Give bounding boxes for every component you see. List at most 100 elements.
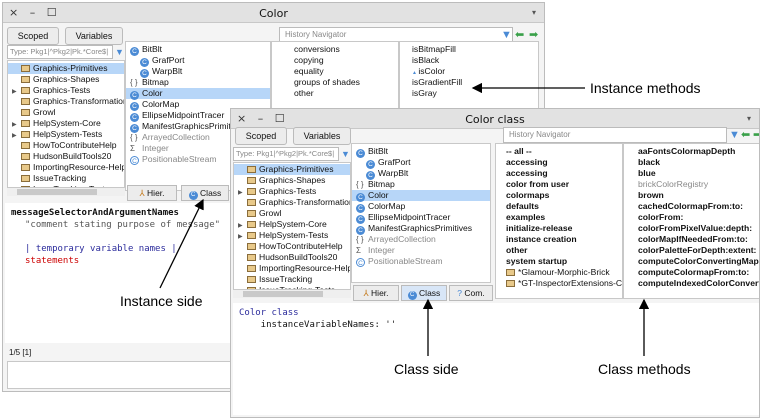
class-item[interactable]: C Color — [126, 88, 270, 100]
package-item[interactable]: IssueTracking — [234, 274, 350, 285]
class-item[interactable]: Σ Integer — [352, 245, 490, 256]
package-list[interactable]: Graphics-Primitives Graphics-Shapes ▶ Graph… — [233, 162, 351, 290]
protocol-item[interactable]: equality — [290, 66, 398, 77]
protocol-item[interactable]: accessing — [502, 157, 622, 168]
class-item[interactable]: C ColorMap — [352, 201, 490, 213]
scoped-button[interactable]: Scoped — [235, 127, 287, 145]
package-item[interactable]: HowToContributeHelp — [8, 140, 124, 151]
package-hscrollbar[interactable] — [233, 290, 351, 298]
method-item[interactable]: black — [634, 157, 759, 168]
package-filter-input[interactable]: Type: Pkg1|^Pkg2|Pk.*Core$| — [7, 45, 113, 59]
package-item[interactable]: HudsonBuildTools20 — [8, 151, 124, 162]
filter-dropdown-icon[interactable]: ▼ — [341, 147, 350, 161]
protocol-item[interactable]: system startup — [502, 256, 622, 267]
package-item[interactable]: Growl — [234, 208, 350, 219]
title-bar[interactable]: × – ☐ Color ▾ — [3, 3, 544, 23]
instance-method-editor[interactable]: messageSelectorAndArgumentNames "comment … — [5, 203, 232, 343]
package-hscrollbar[interactable] — [7, 188, 125, 196]
method-item[interactable]: colorPaletteForDepth:extent: — [634, 245, 759, 256]
method-item[interactable]: brickColorRegistry — [634, 179, 759, 190]
protocol-item[interactable]: *GT-InspectorExtensions-C — [502, 278, 622, 289]
forward-arrow-icon[interactable]: ➡ — [753, 128, 759, 142]
package-item[interactable]: ImportingResource-Help — [234, 263, 350, 274]
protocol-item[interactable]: colormaps — [502, 190, 622, 201]
method-item[interactable]: colorFromPixelValue:depth: — [634, 223, 759, 234]
package-item[interactable]: Graphics-Shapes — [8, 74, 124, 85]
package-item[interactable]: Graphics-Transformations — [234, 197, 350, 208]
history-dropdown-icon[interactable]: ▼ — [729, 128, 740, 142]
method-list[interactable]: aaFontsColormapDepth black blue brickColorR… — [623, 143, 759, 299]
package-item[interactable]: HudsonBuildTools20 — [234, 252, 350, 263]
protocol-item[interactable]: groups of shades — [290, 77, 398, 88]
package-item[interactable]: Graphics-Primitives — [234, 164, 350, 175]
protocol-item[interactable]: defaults — [502, 201, 622, 212]
package-item[interactable]: Growl — [8, 107, 124, 118]
method-item[interactable]: cachedColormapFrom:to: — [634, 201, 759, 212]
protocol-item[interactable]: initialize-release — [502, 223, 622, 234]
history-dropdown-icon[interactable]: ▼ — [501, 28, 512, 42]
class-item[interactable]: C EllipseMidpointTracer — [352, 212, 490, 224]
class-side-tab[interactable]: C Class — [401, 285, 447, 301]
class-item[interactable]: C ManifestGraphicsPrimitives — [352, 223, 490, 235]
method-item[interactable]: computeColorConvertingMap:from: — [634, 256, 759, 267]
class-item[interactable]: { } ArrayedCollection — [352, 234, 490, 245]
package-item[interactable]: ImportingResource-Help — [8, 162, 124, 173]
hierarchy-tab[interactable]: ⅄ Hier. — [353, 285, 399, 301]
class-item[interactable]: C WarpBlt — [126, 66, 270, 78]
package-item[interactable]: ▶ HelpSystem-Tests — [8, 129, 124, 140]
method-item[interactable]: brown — [634, 190, 759, 201]
window-menu-icon[interactable]: ▾ — [747, 114, 751, 123]
method-item[interactable]: isBlack — [408, 55, 538, 66]
class-item[interactable]: C WarpBlt — [352, 168, 490, 180]
variables-button[interactable]: Variables — [293, 127, 351, 145]
package-item[interactable]: IssueTracking — [8, 173, 124, 184]
package-item[interactable]: Graphics-Primitives — [8, 63, 124, 74]
package-list[interactable]: Graphics-Primitives Graphics-Shapes ▶ Graph… — [7, 60, 125, 188]
protocol-item[interactable]: -- all -- — [502, 146, 622, 157]
method-item[interactable]: isGray — [408, 88, 538, 99]
class-item[interactable]: { } Bitmap — [352, 179, 490, 190]
class-list[interactable]: C BitBlt C GrafPort C WarpBlt{ } Bitmap C Color C… — [351, 143, 491, 283]
protocol-item[interactable]: accessing — [502, 168, 622, 179]
title-bar[interactable]: × – ☐ Color class ▾ — [231, 109, 759, 129]
protocol-item[interactable]: color from user — [502, 179, 622, 190]
filter-dropdown-icon[interactable]: ▼ — [115, 45, 124, 59]
protocol-item[interactable]: copying — [290, 55, 398, 66]
class-side-tab[interactable]: C Class — [181, 185, 229, 201]
protocol-item[interactable]: examples — [502, 212, 622, 223]
history-navigator[interactable]: History Navigator — [503, 127, 727, 143]
package-item[interactable]: ▶ HelpSystem-Core — [8, 118, 124, 129]
method-item[interactable]: blue — [634, 168, 759, 179]
class-item[interactable]: C BitBlt — [126, 44, 270, 56]
class-definition-editor[interactable]: Color class instanceVariableNames: '' — [233, 303, 759, 415]
variables-button[interactable]: Variables — [65, 27, 123, 45]
back-arrow-icon[interactable]: ⬅ — [515, 28, 524, 42]
comment-tab[interactable]: ? Com. — [449, 285, 493, 301]
method-item[interactable]: colorMapIfNeededFrom:to: — [634, 234, 759, 245]
protocol-item[interactable]: *Glamour-Morphic-Brick — [502, 267, 622, 278]
package-filter-input[interactable]: Type: Pkg1|^Pkg2|Pk.*Core$| — [233, 147, 339, 161]
method-item[interactable]: isGradientFill — [408, 77, 538, 88]
window-menu-icon[interactable]: ▾ — [532, 8, 536, 17]
back-arrow-icon[interactable]: ⬅ — [741, 128, 750, 142]
class-item[interactable]: { } Bitmap — [126, 77, 270, 88]
forward-arrow-icon[interactable]: ➡ — [529, 28, 538, 42]
package-item[interactable]: HowToContributeHelp — [234, 241, 350, 252]
protocol-item[interactable]: other — [502, 245, 622, 256]
package-item[interactable]: Graphics-Shapes — [234, 175, 350, 186]
protocol-item[interactable]: other — [290, 88, 398, 99]
class-item[interactable]: C GrafPort — [352, 157, 490, 169]
method-item[interactable]: computeColormapFrom:to: — [634, 267, 759, 278]
class-item[interactable]: C BitBlt — [352, 146, 490, 158]
method-item[interactable]: colorFrom: — [634, 212, 759, 223]
package-item[interactable]: ▶ HelpSystem-Core — [234, 219, 350, 230]
class-item[interactable]: C Color — [352, 190, 490, 202]
class-item[interactable]: C GrafPort — [126, 55, 270, 67]
protocol-item[interactable]: conversions — [290, 44, 398, 55]
package-item[interactable]: ▶ HelpSystem-Tests — [234, 230, 350, 241]
method-item[interactable]: computeIndexedColorConvertingMap: — [634, 278, 759, 289]
protocol-list[interactable]: -- all -- accessing accessing color from us… — [495, 143, 623, 299]
method-item[interactable]: aaFontsColormapDepth — [634, 146, 759, 157]
method-item[interactable]: ▲ isColor — [408, 66, 538, 77]
package-item[interactable]: ▶ Graphics-Tests — [234, 186, 350, 197]
